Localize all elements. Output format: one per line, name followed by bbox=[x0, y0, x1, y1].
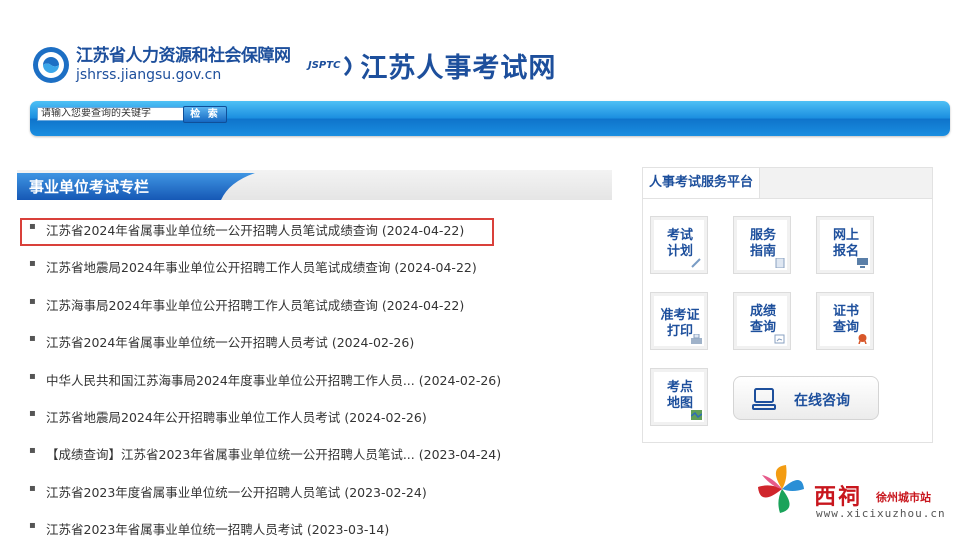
platform-title: 人事考试服务平台 bbox=[643, 168, 761, 198]
bullet-icon: ▪ bbox=[29, 221, 36, 232]
tile-online-registration[interactable]: 网上 报名 bbox=[816, 216, 874, 274]
tile-line1: 成绩 bbox=[749, 304, 776, 319]
news-title[interactable]: 江苏省地震局2024年事业单位公开招聘工作人员笔试成绩查询 bbox=[46, 260, 390, 275]
bullet-icon: ▪ bbox=[29, 295, 36, 307]
tile-line1: 网上 bbox=[832, 228, 859, 243]
list-item[interactable]: ▪ 江苏省地震局2024年公开招聘事业单位工作人员考试 (2024-02-26) bbox=[17, 405, 612, 442]
news-title[interactable]: 中华人民共和国江苏海事局2024年度事业单位公开招聘工作人员... bbox=[46, 373, 415, 388]
tile-service-guide[interactable]: 服务 指南 bbox=[733, 216, 791, 274]
hrss-emblem-icon bbox=[33, 47, 69, 83]
hrss-url: jshrss.jiangsu.gov.cn bbox=[76, 67, 222, 83]
watermark-city: 徐州城市站 bbox=[876, 491, 931, 504]
printer-icon bbox=[691, 334, 702, 344]
tile-line1: 证书 bbox=[832, 304, 859, 319]
report-icon bbox=[774, 334, 785, 344]
tile-line1: 准考证 bbox=[660, 308, 700, 323]
news-date: (2024-02-26) bbox=[418, 372, 502, 388]
map-icon bbox=[691, 410, 702, 420]
news-date: (2024-04-22) bbox=[394, 260, 477, 276]
list-item[interactable]: ▪ 江苏省2024年省属事业单位统一公开招聘人员考试 (2024-02-26) bbox=[17, 330, 612, 367]
news-title[interactable]: 【成绩查询】江苏省2023年省属事业单位统一公开招聘人员笔试... bbox=[46, 447, 415, 462]
news-date: (2024-02-26) bbox=[344, 409, 427, 425]
document-icon bbox=[775, 258, 785, 268]
watermark-site: www.xicixuzhou.cn bbox=[816, 507, 946, 520]
consult-label: 在线咨询 bbox=[794, 393, 850, 409]
tile-line1: 考试 bbox=[666, 228, 693, 243]
tile-line2: 报名 bbox=[832, 244, 859, 259]
pinwheel-logo-icon bbox=[758, 465, 804, 513]
search-button[interactable]: 检 索 bbox=[183, 106, 227, 123]
tile-score-query[interactable]: 成绩 查询 bbox=[733, 292, 791, 350]
list-item[interactable]: ▪ 江苏省2023年省属事业单位统一招聘人员考试 (2023-03-14) bbox=[17, 517, 612, 554]
public-institution-exam-section: 事业单位考试专栏 ▪ 江苏省2024年省属事业单位统一公开招聘人员笔试成绩查询 (2… bbox=[17, 170, 612, 537]
platform-header: 人事考试服务平台 bbox=[643, 168, 932, 199]
search-input[interactable]: 请输入您要查询的关键字 bbox=[37, 107, 185, 121]
news-list: ▪ 江苏省2024年省属事业单位统一公开招聘人员笔试成绩查询 (2024-04-22… bbox=[17, 218, 612, 555]
pencil-icon bbox=[691, 258, 701, 268]
section-title: 事业单位考试专栏 bbox=[29, 178, 150, 196]
bullet-icon: ▪ bbox=[29, 482, 36, 494]
list-item[interactable]: ▪ 中华人民共和国江苏海事局2024年度事业单位公开招聘工作人员... (2024-… bbox=[17, 368, 612, 405]
list-item[interactable]: ▪ 江苏省2023年度省属事业单位统一公开招聘人员笔试 (2023-02-24) bbox=[17, 480, 612, 517]
news-title[interactable]: 江苏省2024年省属事业单位统一公开招聘人员考试 bbox=[46, 335, 328, 350]
jsptc-logo[interactable]: JSPTC 江苏人事考试网 bbox=[308, 46, 556, 85]
news-date: (2024-02-26) bbox=[331, 335, 415, 351]
tile-line2: 指南 bbox=[749, 244, 776, 259]
tile-admission-ticket[interactable]: 准考证 打印 bbox=[650, 292, 708, 350]
jsptc-abbr: JSPTC bbox=[308, 60, 341, 71]
news-date: (2023-03-14) bbox=[306, 522, 390, 538]
jsptc-arc-icon bbox=[344, 55, 352, 76]
news-date: (2024-04-22) bbox=[381, 297, 465, 313]
bullet-icon: ▪ bbox=[29, 370, 36, 382]
list-item[interactable]: ▪ 【成绩查询】江苏省2023年省属事业单位统一公开招聘人员笔试... (2023-… bbox=[17, 442, 612, 479]
computer-icon bbox=[857, 258, 868, 268]
xici-watermark: 西祠 徐州城市站 www.xicixuzhou.cn bbox=[758, 463, 953, 523]
news-date: (2023-04-24) bbox=[418, 447, 502, 463]
hrss-name: 江苏省人力资源和社会保障网 bbox=[76, 46, 291, 66]
bullet-icon: ▪ bbox=[29, 520, 36, 532]
tile-line1: 考点 bbox=[666, 380, 693, 395]
section-header: 事业单位考试专栏 bbox=[17, 170, 612, 200]
medal-icon bbox=[858, 334, 867, 344]
news-title[interactable]: 江苏省2023年省属事业单位统一招聘人员考试 bbox=[46, 522, 303, 537]
news-date: (2023-02-24) bbox=[344, 484, 427, 500]
online-consult-button[interactable]: 在线咨询 bbox=[733, 376, 879, 420]
tile-line2: 地图 bbox=[666, 396, 693, 411]
list-item[interactable]: ▪ 江苏海事局2024年事业单位公开招聘工作人员笔试成绩查询 (2024-04-22… bbox=[17, 293, 612, 330]
news-date: (2024-04-22) bbox=[381, 223, 465, 238]
site-name: 江苏人事考试网 bbox=[360, 53, 557, 84]
tile-certificate-query[interactable]: 证书 查询 bbox=[816, 292, 874, 350]
news-title[interactable]: 江苏省2023年度省属事业单位统一公开招聘人员笔试 bbox=[46, 485, 340, 500]
bullet-icon: ▪ bbox=[29, 445, 36, 457]
monitor-icon bbox=[752, 388, 776, 410]
tile-line2: 计划 bbox=[666, 244, 693, 259]
tile-exam-site-map[interactable]: 考点 地图 bbox=[650, 368, 708, 426]
search-bar: 请输入您要查询的关键字 检 索 bbox=[30, 101, 950, 136]
list-item[interactable]: ▪ 江苏省地震局2024年事业单位公开招聘工作人员笔试成绩查询 (2024-04-2… bbox=[17, 255, 612, 292]
news-title[interactable]: 江苏省2024年省属事业单位统一公开招聘人员笔试成绩查询 bbox=[46, 223, 378, 238]
bullet-icon: ▪ bbox=[29, 333, 36, 345]
hrss-logo[interactable]: 江苏省人力资源和社会保障网 jshrss.jiangsu.gov.cn bbox=[32, 46, 291, 84]
news-title[interactable]: 江苏海事局2024年事业单位公开招聘工作人员笔试成绩查询 bbox=[46, 298, 378, 313]
tile-line2: 打印 bbox=[666, 324, 693, 339]
bullet-icon: ▪ bbox=[29, 407, 36, 419]
tile-exam-plan[interactable]: 考试 计划 bbox=[650, 216, 708, 274]
bullet-icon: ▪ bbox=[29, 258, 36, 270]
tile-line2: 查询 bbox=[832, 320, 859, 335]
list-item[interactable]: ▪ 江苏省2024年省属事业单位统一公开招聘人员笔试成绩查询 (2024-04-22… bbox=[17, 218, 612, 255]
tile-line2: 查询 bbox=[749, 320, 776, 335]
tile-line1: 服务 bbox=[749, 228, 776, 243]
news-title[interactable]: 江苏省地震局2024年公开招聘事业单位工作人员考试 bbox=[46, 410, 340, 425]
